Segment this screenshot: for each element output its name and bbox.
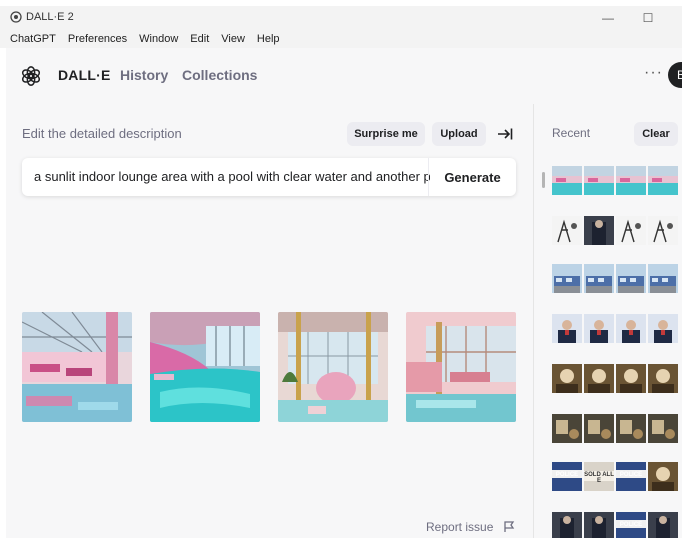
- menu-help[interactable]: Help: [257, 33, 280, 45]
- recent-thumbnail[interactable]: [616, 314, 646, 343]
- recent-thumbnail[interactable]: [616, 216, 646, 245]
- recent-thumbnail[interactable]: [648, 264, 678, 293]
- recent-thumbnail[interactable]: [648, 216, 678, 245]
- edit-description-label: Edit the detailed description: [22, 126, 182, 141]
- surprise-me-button[interactable]: Surprise me: [347, 122, 425, 146]
- prompt-input[interactable]: a sunlit indoor lounge area with a pool …: [34, 169, 430, 184]
- recent-thumbnail[interactable]: [648, 462, 678, 491]
- app-window: DALL·E 2 — ☐ ChatGPT Preferences Window …: [0, 0, 682, 538]
- recent-thumbnail[interactable]: [584, 512, 614, 538]
- recent-thumbnail[interactable]: SOLD ALL E: [584, 462, 614, 491]
- menu-window[interactable]: Window: [139, 33, 178, 45]
- result-image-1[interactable]: [22, 312, 132, 422]
- recent-thumbnail[interactable]: [648, 512, 678, 538]
- recent-thumbnail[interactable]: [648, 166, 678, 195]
- recent-thumbnail-label: POLICE: [619, 522, 643, 528]
- recent-thumbnail[interactable]: [552, 414, 582, 443]
- recent-title: Recent: [552, 126, 591, 140]
- menu-view[interactable]: View: [221, 33, 245, 45]
- upload-button[interactable]: Upload: [432, 122, 486, 146]
- generate-button[interactable]: Generate: [429, 158, 516, 196]
- recent-thumbnail-label: POLICE: [619, 472, 643, 478]
- recent-thumbnail[interactable]: [648, 414, 678, 443]
- result-image-4[interactable]: [406, 312, 516, 422]
- prompt-input-box: a sunlit indoor lounge area with a pool …: [22, 158, 516, 196]
- recent-thumbnail[interactable]: [584, 364, 614, 393]
- avatar[interactable]: B: [668, 62, 682, 88]
- recent-thumbnail-label: SOLD ALL E: [584, 472, 614, 484]
- recent-thumbnail[interactable]: POLICE: [552, 462, 582, 491]
- recent-thumbnail[interactable]: [584, 216, 614, 245]
- arrow-to-right-icon: [498, 128, 513, 140]
- app-icon: [10, 11, 22, 23]
- recent-thumbnail[interactable]: [552, 314, 582, 343]
- recent-thumbnail[interactable]: [616, 264, 646, 293]
- recent-thumbnail[interactable]: [648, 364, 678, 393]
- recent-thumbnail[interactable]: [648, 314, 678, 343]
- recent-thumbnail[interactable]: POLICE: [616, 512, 646, 538]
- clear-button[interactable]: Clear: [634, 122, 678, 146]
- menu-preferences[interactable]: Preferences: [68, 33, 127, 45]
- menu-chatgpt[interactable]: ChatGPT: [10, 33, 56, 45]
- nav-collections[interactable]: Collections: [182, 67, 257, 83]
- result-image-2[interactable]: [150, 312, 260, 422]
- recent-thumbnail[interactable]: [552, 216, 582, 245]
- recent-thumbnail[interactable]: [616, 414, 646, 443]
- title-bar: DALL·E 2 — ☐: [0, 6, 682, 30]
- openai-logo-icon[interactable]: [20, 65, 42, 87]
- recent-thumbnail-label: POLICE: [555, 472, 579, 478]
- menu-bar: ChatGPT Preferences Window Edit View Hel…: [0, 30, 682, 48]
- more-options-button[interactable]: ···: [644, 64, 663, 82]
- flag-icon: [504, 521, 515, 532]
- editor-panel: Edit the detailed description Surprise m…: [6, 104, 533, 538]
- recent-thumbnail[interactable]: [584, 414, 614, 443]
- recent-thumbnail[interactable]: [552, 166, 582, 195]
- scrollbar-handle[interactable]: [542, 172, 545, 188]
- recent-thumbnail[interactable]: [616, 166, 646, 195]
- menu-edit[interactable]: Edit: [190, 33, 209, 45]
- recent-thumbnail[interactable]: [584, 314, 614, 343]
- app-header: DALL·E History Collections ··· B: [6, 48, 682, 104]
- recent-thumbnail[interactable]: [552, 364, 582, 393]
- recent-thumbnail[interactable]: POLICE: [616, 462, 646, 491]
- brand-link[interactable]: DALL·E: [58, 67, 111, 83]
- recent-thumbnail[interactable]: [552, 264, 582, 293]
- maximize-button[interactable]: ☐: [628, 6, 668, 30]
- result-image-3[interactable]: [278, 312, 388, 422]
- window-title: DALL·E 2: [26, 11, 74, 23]
- collapse-arrow-button[interactable]: [494, 122, 516, 146]
- recent-thumbnail[interactable]: [584, 264, 614, 293]
- report-issue-link[interactable]: Report issue: [426, 520, 493, 534]
- recent-thumbnail[interactable]: [584, 166, 614, 195]
- recent-sidebar: Recent Clear POLICE SOLD ALL E POLICE POLIC…: [533, 104, 682, 538]
- recent-thumbnail[interactable]: [552, 512, 582, 538]
- recent-thumbnail[interactable]: [616, 364, 646, 393]
- nav-history[interactable]: History: [120, 67, 168, 83]
- minimize-button[interactable]: —: [588, 6, 628, 30]
